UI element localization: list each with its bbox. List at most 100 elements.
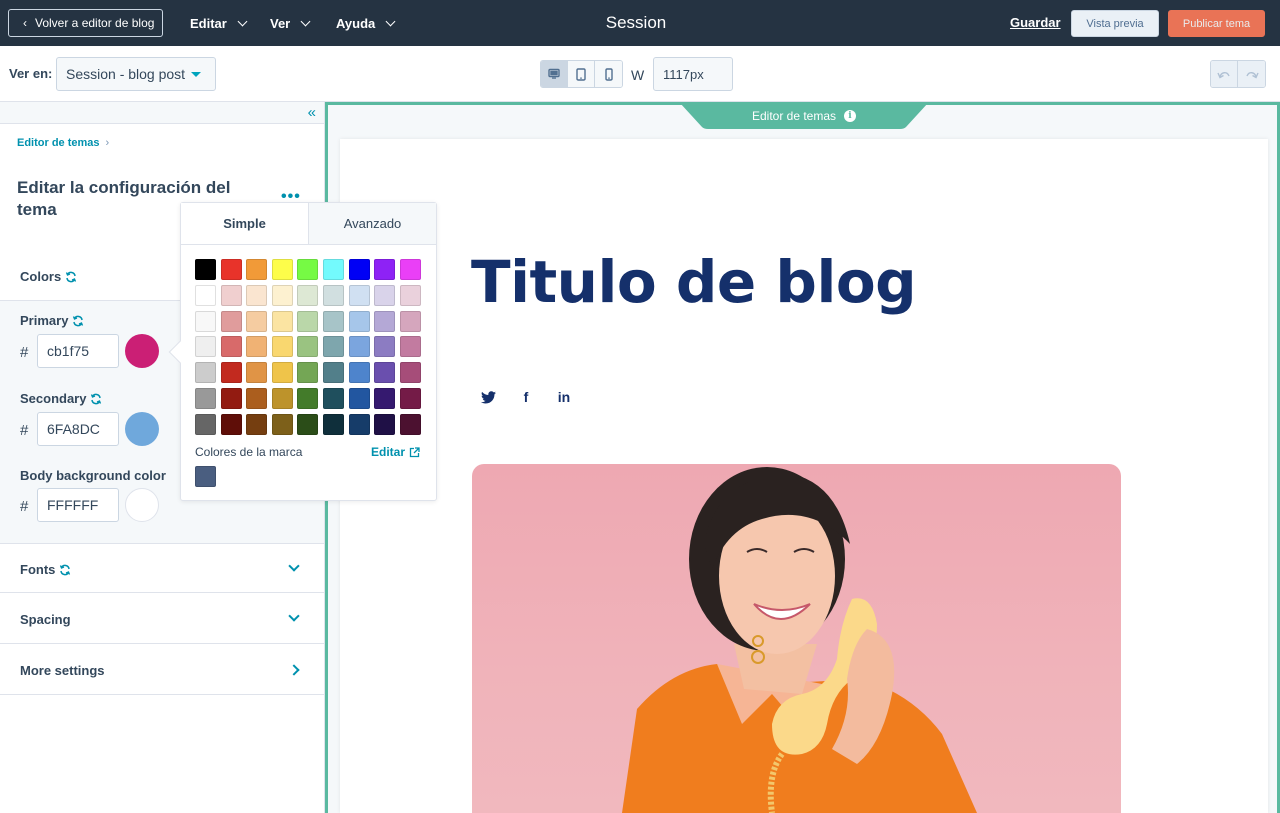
palette-color-chip[interactable] [348, 336, 370, 358]
palette-color-chip[interactable] [297, 413, 319, 435]
palette-color-chip[interactable] [297, 310, 319, 332]
tablet-view-button[interactable] [568, 61, 595, 87]
palette-color-chip[interactable] [322, 284, 344, 306]
palette-color-chip[interactable] [399, 413, 421, 435]
desktop-view-button[interactable] [541, 61, 568, 87]
palette-color-chip[interactable] [271, 413, 293, 435]
palette-color-chip[interactable] [297, 284, 319, 306]
spacing-section[interactable]: Spacing [0, 594, 324, 644]
palette-color-chip[interactable] [195, 387, 216, 409]
palette-color-chip[interactable] [399, 336, 421, 358]
menu-ayuda[interactable]: Ayuda [336, 0, 396, 46]
palette-color-chip[interactable] [271, 387, 293, 409]
palette-color-chip[interactable] [374, 259, 396, 280]
palette-color-chip[interactable] [195, 259, 216, 280]
palette-color-chip[interactable] [374, 284, 396, 306]
primary-color-swatch[interactable] [125, 334, 159, 368]
palette-color-chip[interactable] [374, 310, 396, 332]
palette-color-chip[interactable] [322, 259, 344, 280]
breadcrumb-theme-editor[interactable]: Editor de temas [17, 137, 100, 149]
publish-theme-button[interactable]: Publicar tema [1168, 10, 1265, 37]
palette-color-chip[interactable] [246, 310, 268, 332]
palette-color-chip[interactable] [399, 362, 421, 384]
palette-color-chip[interactable] [220, 310, 242, 332]
palette-color-chip[interactable] [246, 284, 268, 306]
palette-color-chip[interactable] [374, 336, 396, 358]
palette-color-chip[interactable] [399, 387, 421, 409]
menu-editar[interactable]: Editar [190, 0, 248, 46]
secondary-hex-input[interactable] [37, 412, 119, 446]
palette-color-chip[interactable] [297, 362, 319, 384]
save-link[interactable]: Guardar [1010, 0, 1061, 46]
palette-color-chip[interactable] [374, 387, 396, 409]
palette-color-chip[interactable] [322, 413, 344, 435]
undo-button[interactable] [1211, 61, 1238, 87]
palette-color-chip[interactable] [195, 362, 216, 384]
palette-color-chip[interactable] [246, 413, 268, 435]
palette-color-chip[interactable] [297, 336, 319, 358]
theme-editor-tab[interactable]: Editor de temas i [680, 103, 928, 129]
breadcrumb[interactable]: Editor de temas › [17, 137, 109, 149]
info-icon[interactable]: i [844, 110, 857, 122]
width-input[interactable] [653, 57, 733, 91]
body-bg-hex-input[interactable] [37, 488, 119, 522]
palette-color-chip[interactable] [246, 362, 268, 384]
linkedin-share[interactable]: in [555, 388, 573, 406]
palette-color-chip[interactable] [220, 387, 242, 409]
palette-color-chip[interactable] [220, 336, 242, 358]
view-on-select[interactable]: Session - blog post [56, 57, 216, 91]
palette-color-chip[interactable] [271, 310, 293, 332]
palette-color-chip[interactable] [348, 387, 370, 409]
palette-color-chip[interactable] [374, 413, 396, 435]
palette-color-chip[interactable] [348, 284, 370, 306]
palette-color-chip[interactable] [271, 284, 293, 306]
palette-color-chip[interactable] [220, 259, 242, 280]
more-settings-section[interactable]: More settings [0, 645, 324, 695]
preview-button[interactable]: Vista previa [1071, 10, 1159, 37]
tab-avanzado[interactable]: Avanzado [308, 203, 436, 244]
fonts-section[interactable]: Fonts [0, 543, 324, 593]
redo-button[interactable] [1238, 61, 1265, 87]
blog-featured-image[interactable] [472, 464, 1121, 813]
palette-color-chip[interactable] [195, 413, 216, 435]
palette-color-chip[interactable] [195, 336, 216, 358]
palette-color-chip[interactable] [399, 284, 421, 306]
palette-color-chip[interactable] [246, 336, 268, 358]
brand-color-chip[interactable] [195, 466, 216, 487]
palette-color-chip[interactable] [220, 284, 242, 306]
palette-color-chip[interactable] [322, 336, 344, 358]
back-to-blog-editor-button[interactable]: ‹ Volver a editor de blog [8, 9, 163, 37]
body-bg-color-swatch[interactable] [125, 488, 159, 522]
mobile-view-button[interactable] [595, 61, 622, 87]
menu-ver[interactable]: Ver [270, 0, 311, 46]
palette-color-chip[interactable] [399, 259, 421, 280]
blog-title[interactable]: Titulo de blog [471, 248, 917, 316]
edit-brand-colors-link[interactable]: Editar [371, 445, 420, 459]
palette-color-chip[interactable] [246, 387, 268, 409]
secondary-color-swatch[interactable] [125, 412, 159, 446]
palette-color-chip[interactable] [297, 387, 319, 409]
palette-color-chip[interactable] [322, 387, 344, 409]
palette-color-chip[interactable] [348, 362, 370, 384]
tab-simple[interactable]: Simple [181, 203, 308, 244]
collapse-sidebar-icon[interactable]: « [308, 104, 316, 122]
palette-color-chip[interactable] [271, 259, 293, 280]
palette-color-chip[interactable] [271, 336, 293, 358]
palette-color-chip[interactable] [374, 362, 396, 384]
palette-color-chip[interactable] [220, 413, 242, 435]
palette-color-chip[interactable] [348, 413, 370, 435]
palette-color-chip[interactable] [246, 259, 268, 280]
palette-color-chip[interactable] [297, 259, 319, 280]
palette-color-chip[interactable] [322, 362, 344, 384]
twitter-share[interactable] [479, 388, 497, 406]
palette-color-chip[interactable] [195, 310, 216, 332]
palette-color-chip[interactable] [399, 310, 421, 332]
palette-color-chip[interactable] [348, 259, 370, 280]
primary-hex-input[interactable] [37, 334, 119, 368]
palette-color-chip[interactable] [348, 310, 370, 332]
palette-color-chip[interactable] [322, 310, 344, 332]
facebook-share[interactable]: f [517, 388, 535, 406]
palette-color-chip[interactable] [220, 362, 242, 384]
palette-color-chip[interactable] [271, 362, 293, 384]
palette-color-chip[interactable] [195, 284, 216, 306]
